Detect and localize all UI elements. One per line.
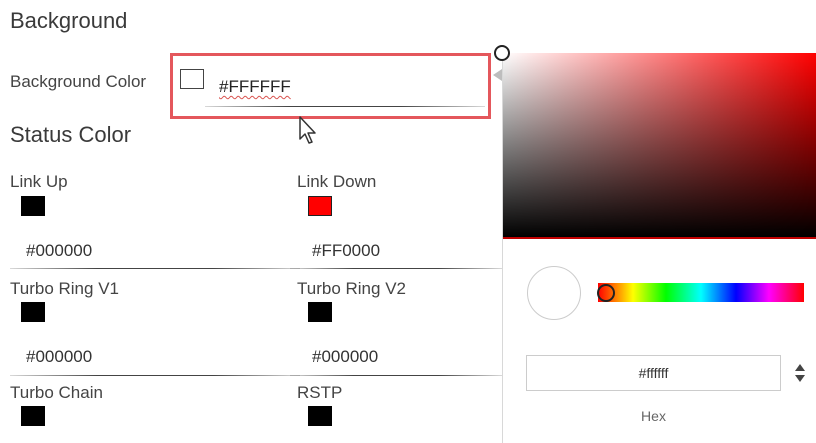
section-title-background: Background <box>10 8 128 33</box>
link-up-input-underline <box>10 268 300 269</box>
turbo-ring-v2-label: Turbo Ring V2 <box>297 279 406 298</box>
color-preview-circle <box>527 266 581 320</box>
hex-input[interactable]: #ffffff <box>526 355 781 391</box>
link-up-swatch[interactable] <box>21 196 45 216</box>
turbo-ring-v1-color-input[interactable]: #000000 <box>26 347 92 367</box>
turbo-chain-swatch[interactable] <box>21 406 45 426</box>
turbo-ring-v2-color-input[interactable]: #000000 <box>312 347 378 367</box>
section-title-status-color: Status Color <box>10 122 132 147</box>
saturation-value-area[interactable] <box>503 53 816 237</box>
link-down-color-input[interactable]: #FF0000 <box>312 241 380 261</box>
turbo-ring-v1-label: Turbo Ring V1 <box>10 279 119 298</box>
up-down-arrows-icon[interactable] <box>793 360 807 386</box>
background-color-input[interactable]: #FFFFFF <box>219 77 291 97</box>
link-down-input-underline <box>290 268 502 269</box>
mouse-cursor-icon <box>299 116 316 144</box>
turbo-chain-label: Turbo Chain <box>10 383 103 402</box>
link-up-color-input[interactable]: #000000 <box>26 241 92 261</box>
background-color-swatch[interactable] <box>180 69 204 89</box>
turbo-ring-v1-input-underline <box>10 375 300 376</box>
hue-slider-handle[interactable] <box>597 284 615 302</box>
rstp-label: RSTP <box>297 383 343 402</box>
link-up-label: Link Up <box>10 172 68 191</box>
popup-pointer-arrow-icon <box>493 69 502 81</box>
turbo-ring-v1-swatch[interactable] <box>21 302 45 322</box>
color-picker-popup: #ffffff Hex <box>502 53 816 443</box>
link-down-swatch[interactable] <box>308 196 332 216</box>
turbo-ring-v2-input-underline <box>290 375 502 376</box>
saturation-value-handle[interactable] <box>494 45 510 61</box>
saturation-area-bottom-edge <box>503 237 816 239</box>
hex-format-label: Hex <box>641 408 666 424</box>
background-color-label: Background Color <box>10 72 147 91</box>
link-down-label: Link Down <box>297 172 377 191</box>
hue-slider[interactable] <box>598 283 804 302</box>
turbo-ring-v2-swatch[interactable] <box>308 302 332 322</box>
rstp-swatch[interactable] <box>308 406 332 426</box>
background-color-input-underline <box>205 106 485 107</box>
